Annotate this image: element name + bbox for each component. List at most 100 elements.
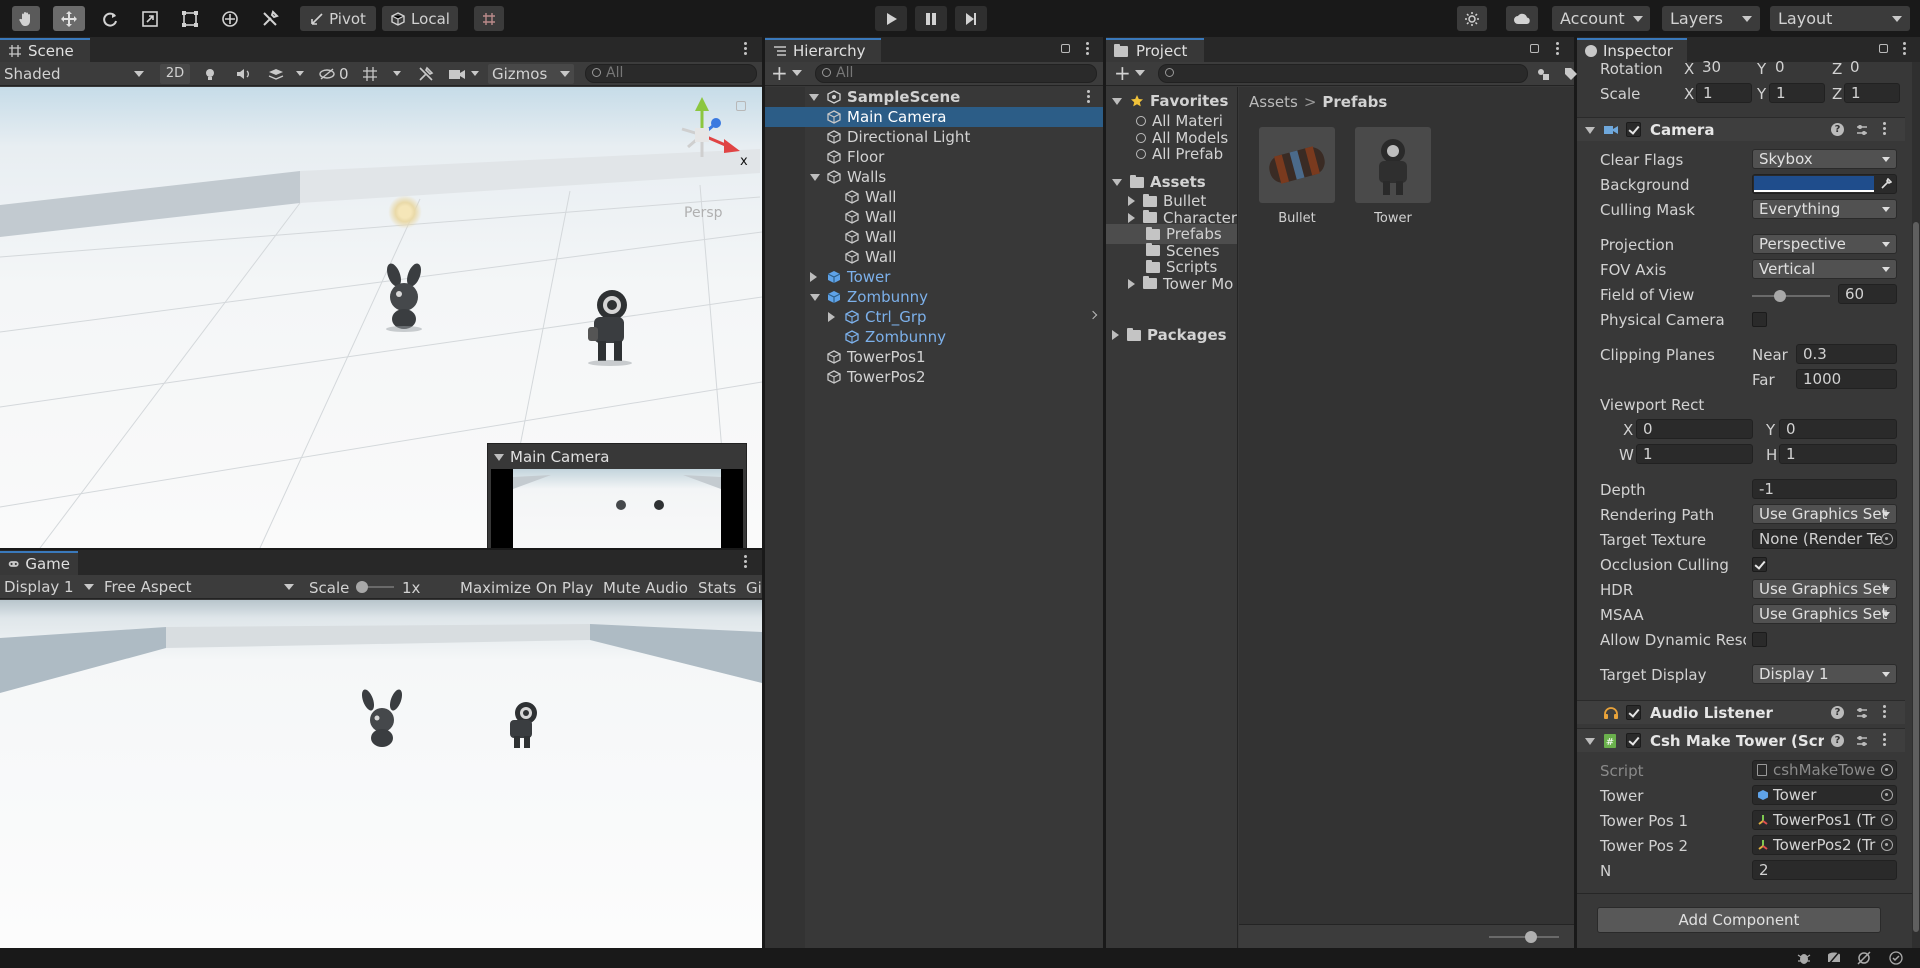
far-field[interactable]: 1000 [1796, 369, 1897, 389]
slider-thumb[interactable] [1525, 931, 1537, 943]
label-tag-icon[interactable] [1564, 67, 1578, 81]
search-by-type-icon[interactable] [1536, 67, 1550, 81]
hierarchy-menu-icon[interactable] [1086, 42, 1090, 56]
hierarchy-search-input[interactable]: All [815, 64, 1097, 83]
zombunny-model[interactable] [378, 263, 430, 333]
fov-slider-thumb[interactable] [1774, 290, 1786, 302]
scene-search-input[interactable]: All [585, 64, 757, 83]
hierarchy-item[interactable]: Zombunny [765, 327, 1103, 347]
presets-sliders-icon[interactable] [1855, 734, 1869, 748]
presets-sliders-icon[interactable] [1855, 123, 1869, 137]
hierarchy-item[interactable]: Ctrl_Grp [765, 307, 1103, 327]
add-component-button[interactable]: Add Component [1597, 907, 1881, 933]
check-status-icon[interactable] [1888, 950, 1904, 966]
project-menu-icon[interactable] [1556, 42, 1560, 56]
scene-viewport[interactable]: x Persp Main Camera [0, 87, 762, 548]
expand-arrow-icon[interactable] [809, 93, 819, 101]
2d-toggle-button[interactable]: 2D [160, 64, 190, 84]
expand-arrow-icon[interactable] [1112, 178, 1122, 186]
viewport-w-field[interactable]: 1 [1636, 444, 1753, 464]
tower-field[interactable]: Tower [1752, 785, 1897, 805]
tab-inspector[interactable]: Inspector [1577, 38, 1687, 62]
help-icon[interactable]: ? [1831, 123, 1844, 136]
thumbnail-size-slider[interactable] [1489, 931, 1559, 943]
breadcrumb-root[interactable]: Assets [1249, 93, 1298, 111]
scale-z-field[interactable]: 1 [1844, 83, 1900, 103]
clear-flags-dropdown[interactable]: Skybox [1752, 149, 1897, 169]
rotation-x-field[interactable]: 30 [1696, 58, 1752, 78]
fov-value-field[interactable]: 60 [1838, 284, 1897, 304]
inspector-scrollbar[interactable] [1912, 62, 1920, 948]
cloud-button[interactable] [1506, 6, 1538, 31]
rotation-y-field[interactable]: 0 [1769, 58, 1825, 78]
audio-listener-enabled-checkbox[interactable] [1626, 705, 1641, 720]
tab-project[interactable]: Project [1106, 38, 1204, 62]
collapse-arrow-icon[interactable] [810, 272, 817, 282]
occlusion-culling-checkbox[interactable] [1752, 557, 1767, 572]
display-dropdown[interactable]: Display 1 [4, 577, 96, 597]
layout-dropdown[interactable]: Layout [1770, 6, 1910, 31]
hidden-objects-toggle[interactable]: 0 [318, 65, 349, 83]
bug-icon[interactable] [1796, 951, 1812, 965]
culling-mask-dropdown[interactable]: Everything [1752, 199, 1897, 219]
breadcrumb-current[interactable]: Prefabs [1322, 93, 1387, 111]
inspector-menu-icon[interactable] [1903, 42, 1907, 56]
gizmos-dropdown[interactable]: Gizmos [488, 64, 574, 84]
viewport-y-field[interactable]: 0 [1779, 419, 1897, 439]
tab-hierarchy[interactable]: Hierarchy [765, 38, 881, 62]
collapse-arrow-icon[interactable] [1128, 278, 1135, 289]
lighting-toggle[interactable] [203, 67, 217, 81]
tab-game[interactable]: Game [0, 551, 78, 575]
play-button[interactable] [875, 6, 907, 31]
camera-settings-toggle[interactable] [448, 67, 466, 81]
asset-folder-item[interactable]: Tower Mo [1106, 274, 1237, 294]
cache-server-icon[interactable] [1826, 951, 1842, 965]
collapse-arrow-icon[interactable] [828, 312, 835, 322]
expand-arrow-icon[interactable] [810, 294, 820, 301]
tower-model[interactable] [578, 287, 638, 367]
favorites-header[interactable]: Favorites [1112, 91, 1228, 111]
audio-toggle[interactable] [236, 67, 252, 81]
scale-tool-button[interactable] [136, 6, 164, 31]
script-field[interactable]: cshMakeTowe [1752, 760, 1897, 780]
lock-icon[interactable] [1879, 44, 1888, 53]
projection-dropdown[interactable]: Perspective [1752, 234, 1897, 254]
scene-row-menu-icon[interactable] [1087, 90, 1091, 104]
hierarchy-item[interactable]: Wall [765, 207, 1103, 227]
camera-dropdown-icon[interactable] [471, 71, 479, 76]
object-picker-icon[interactable] [1881, 789, 1893, 801]
hierarchy-item[interactable]: Floor [765, 147, 1103, 167]
object-picker-icon[interactable] [1881, 839, 1893, 851]
rendering-path-dropdown[interactable]: Use Graphics Set [1752, 504, 1897, 524]
grid-toggle[interactable] [362, 66, 380, 82]
scrollbar-thumb[interactable] [1913, 222, 1919, 932]
account-dropdown[interactable]: Account [1552, 6, 1650, 31]
help-icon[interactable]: ? [1831, 706, 1844, 719]
depth-field[interactable]: -1 [1752, 479, 1897, 499]
transform-tool-button[interactable] [216, 6, 244, 31]
script-component-header[interactable]: # Csh Make Tower (Scrip ? [1577, 728, 1905, 752]
asset-bullet[interactable]: Bullet [1259, 127, 1335, 227]
hand-tool-button[interactable] [12, 6, 40, 31]
hierarchy-item[interactable]: Walls [765, 167, 1103, 187]
component-menu-icon[interactable] [1883, 733, 1887, 747]
rotation-z-field[interactable]: 0 [1844, 58, 1900, 78]
scale-slider-thumb[interactable] [356, 581, 368, 593]
game-menu-icon[interactable] [744, 555, 748, 569]
scene-root-row[interactable]: SampleScene [765, 87, 1103, 107]
pause-button[interactable] [915, 6, 947, 31]
component-menu-icon[interactable] [1883, 705, 1887, 719]
custom-tool-button[interactable] [256, 6, 284, 31]
create-dropdown[interactable]: + [771, 63, 802, 83]
component-menu-icon[interactable] [1883, 122, 1887, 136]
near-field[interactable]: 0.3 [1796, 344, 1897, 364]
mute-audio-toggle[interactable]: Mute Audio [603, 579, 688, 597]
collapse-arrow-icon[interactable] [1585, 738, 1595, 745]
hierarchy-item[interactable]: Wall [765, 187, 1103, 207]
hierarchy-item[interactable]: Wall [765, 227, 1103, 247]
physical-camera-checkbox[interactable] [1752, 312, 1767, 327]
hdr-dropdown[interactable]: Use Graphics Set [1752, 579, 1897, 599]
rect-tool-button[interactable] [176, 6, 204, 31]
project-create-dropdown[interactable]: + [1114, 63, 1145, 83]
target-display-dropdown[interactable]: Display 1 [1752, 664, 1897, 684]
